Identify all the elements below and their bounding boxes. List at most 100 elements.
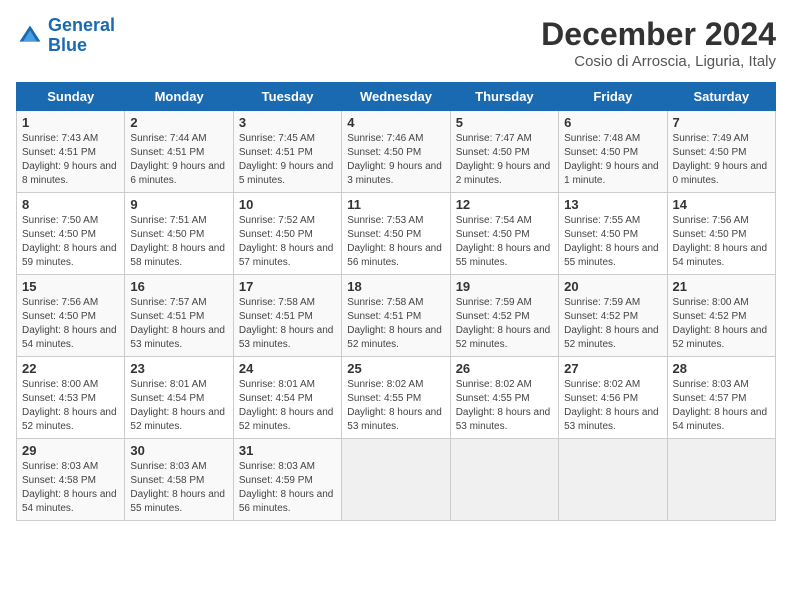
calendar-cell: 27 Sunrise: 8:02 AMSunset: 4:56 PMDaylig… [559, 357, 667, 439]
calendar-title: December 2024 [541, 16, 776, 53]
day-number: 30 [130, 443, 227, 458]
day-number: 11 [347, 197, 444, 212]
day-number: 24 [239, 361, 336, 376]
day-info: Sunrise: 7:58 AMSunset: 4:51 PMDaylight:… [239, 297, 334, 350]
day-info: Sunrise: 7:55 AMSunset: 4:50 PMDaylight:… [564, 215, 659, 268]
calendar-cell [559, 439, 667, 521]
calendar-cell: 20 Sunrise: 7:59 AMSunset: 4:52 PMDaylig… [559, 275, 667, 357]
col-thursday: Thursday [450, 83, 558, 111]
day-info: Sunrise: 8:02 AMSunset: 4:55 PMDaylight:… [456, 379, 551, 432]
day-info: Sunrise: 8:00 AMSunset: 4:52 PMDaylight:… [673, 297, 768, 350]
day-number: 2 [130, 115, 227, 130]
calendar-cell: 17 Sunrise: 7:58 AMSunset: 4:51 PMDaylig… [233, 275, 341, 357]
calendar-cell: 5 Sunrise: 7:47 AMSunset: 4:50 PMDayligh… [450, 111, 558, 193]
calendar-cell: 10 Sunrise: 7:52 AMSunset: 4:50 PMDaylig… [233, 193, 341, 275]
day-number: 4 [347, 115, 444, 130]
day-info: Sunrise: 8:03 AMSunset: 4:58 PMDaylight:… [22, 461, 117, 514]
calendar-body: 1 Sunrise: 7:43 AMSunset: 4:51 PMDayligh… [17, 111, 776, 521]
day-info: Sunrise: 8:01 AMSunset: 4:54 PMDaylight:… [239, 379, 334, 432]
logo: General Blue [16, 16, 115, 56]
day-info: Sunrise: 7:47 AMSunset: 4:50 PMDaylight:… [456, 133, 551, 186]
day-info: Sunrise: 8:03 AMSunset: 4:59 PMDaylight:… [239, 461, 334, 514]
day-number: 20 [564, 279, 661, 294]
day-number: 31 [239, 443, 336, 458]
calendar-cell: 22 Sunrise: 8:00 AMSunset: 4:53 PMDaylig… [17, 357, 125, 439]
day-info: Sunrise: 7:56 AMSunset: 4:50 PMDaylight:… [22, 297, 117, 350]
day-number: 28 [673, 361, 770, 376]
calendar-cell: 30 Sunrise: 8:03 AMSunset: 4:58 PMDaylig… [125, 439, 233, 521]
calendar-cell: 9 Sunrise: 7:51 AMSunset: 4:50 PMDayligh… [125, 193, 233, 275]
col-sunday: Sunday [17, 83, 125, 111]
calendar-table: Sunday Monday Tuesday Wednesday Thursday… [16, 82, 776, 521]
day-info: Sunrise: 8:00 AMSunset: 4:53 PMDaylight:… [22, 379, 117, 432]
day-info: Sunrise: 7:49 AMSunset: 4:50 PMDaylight:… [673, 133, 768, 186]
day-info: Sunrise: 7:44 AMSunset: 4:51 PMDaylight:… [130, 133, 225, 186]
col-friday: Friday [559, 83, 667, 111]
day-info: Sunrise: 8:01 AMSunset: 4:54 PMDaylight:… [130, 379, 225, 432]
day-info: Sunrise: 7:45 AMSunset: 4:51 PMDaylight:… [239, 133, 334, 186]
col-tuesday: Tuesday [233, 83, 341, 111]
calendar-cell: 26 Sunrise: 8:02 AMSunset: 4:55 PMDaylig… [450, 357, 558, 439]
day-info: Sunrise: 7:48 AMSunset: 4:50 PMDaylight:… [564, 133, 659, 186]
day-info: Sunrise: 7:58 AMSunset: 4:51 PMDaylight:… [347, 297, 442, 350]
calendar-cell: 1 Sunrise: 7:43 AMSunset: 4:51 PMDayligh… [17, 111, 125, 193]
day-number: 22 [22, 361, 119, 376]
week-row-2: 8 Sunrise: 7:50 AMSunset: 4:50 PMDayligh… [17, 193, 776, 275]
week-row-1: 1 Sunrise: 7:43 AMSunset: 4:51 PMDayligh… [17, 111, 776, 193]
day-number: 5 [456, 115, 553, 130]
day-info: Sunrise: 7:59 AMSunset: 4:52 PMDaylight:… [456, 297, 551, 350]
calendar-cell: 25 Sunrise: 8:02 AMSunset: 4:55 PMDaylig… [342, 357, 450, 439]
col-wednesday: Wednesday [342, 83, 450, 111]
day-number: 15 [22, 279, 119, 294]
header: General Blue December 2024 Cosio di Arro… [16, 16, 776, 70]
calendar-cell: 21 Sunrise: 8:00 AMSunset: 4:52 PMDaylig… [667, 275, 775, 357]
day-number: 27 [564, 361, 661, 376]
calendar-subtitle: Cosio di Arroscia, Liguria, Italy [541, 53, 776, 70]
day-number: 13 [564, 197, 661, 212]
day-number: 16 [130, 279, 227, 294]
logo-icon [16, 22, 44, 50]
day-number: 17 [239, 279, 336, 294]
calendar-cell: 6 Sunrise: 7:48 AMSunset: 4:50 PMDayligh… [559, 111, 667, 193]
calendar-header: Sunday Monday Tuesday Wednesday Thursday… [17, 83, 776, 111]
day-number: 1 [22, 115, 119, 130]
day-info: Sunrise: 8:03 AMSunset: 4:57 PMDaylight:… [673, 379, 768, 432]
day-number: 8 [22, 197, 119, 212]
calendar-cell: 16 Sunrise: 7:57 AMSunset: 4:51 PMDaylig… [125, 275, 233, 357]
day-number: 26 [456, 361, 553, 376]
day-number: 18 [347, 279, 444, 294]
day-info: Sunrise: 7:51 AMSunset: 4:50 PMDaylight:… [130, 215, 225, 268]
day-number: 9 [130, 197, 227, 212]
day-info: Sunrise: 8:03 AMSunset: 4:58 PMDaylight:… [130, 461, 225, 514]
calendar-cell: 24 Sunrise: 8:01 AMSunset: 4:54 PMDaylig… [233, 357, 341, 439]
week-row-5: 29 Sunrise: 8:03 AMSunset: 4:58 PMDaylig… [17, 439, 776, 521]
calendar-cell: 14 Sunrise: 7:56 AMSunset: 4:50 PMDaylig… [667, 193, 775, 275]
day-info: Sunrise: 7:56 AMSunset: 4:50 PMDaylight:… [673, 215, 768, 268]
calendar-cell [342, 439, 450, 521]
day-number: 7 [673, 115, 770, 130]
day-info: Sunrise: 8:02 AMSunset: 4:55 PMDaylight:… [347, 379, 442, 432]
calendar-cell: 13 Sunrise: 7:55 AMSunset: 4:50 PMDaylig… [559, 193, 667, 275]
calendar-cell: 19 Sunrise: 7:59 AMSunset: 4:52 PMDaylig… [450, 275, 558, 357]
calendar-cell: 2 Sunrise: 7:44 AMSunset: 4:51 PMDayligh… [125, 111, 233, 193]
logo-line1: General [48, 15, 115, 35]
calendar-cell: 4 Sunrise: 7:46 AMSunset: 4:50 PMDayligh… [342, 111, 450, 193]
calendar-cell: 7 Sunrise: 7:49 AMSunset: 4:50 PMDayligh… [667, 111, 775, 193]
day-info: Sunrise: 7:57 AMSunset: 4:51 PMDaylight:… [130, 297, 225, 350]
col-saturday: Saturday [667, 83, 775, 111]
calendar-cell: 11 Sunrise: 7:53 AMSunset: 4:50 PMDaylig… [342, 193, 450, 275]
day-number: 6 [564, 115, 661, 130]
calendar-cell: 18 Sunrise: 7:58 AMSunset: 4:51 PMDaylig… [342, 275, 450, 357]
title-area: December 2024 Cosio di Arroscia, Liguria… [541, 16, 776, 70]
day-info: Sunrise: 8:02 AMSunset: 4:56 PMDaylight:… [564, 379, 659, 432]
calendar-cell [450, 439, 558, 521]
day-info: Sunrise: 7:53 AMSunset: 4:50 PMDaylight:… [347, 215, 442, 268]
day-info: Sunrise: 7:54 AMSunset: 4:50 PMDaylight:… [456, 215, 551, 268]
calendar-cell: 31 Sunrise: 8:03 AMSunset: 4:59 PMDaylig… [233, 439, 341, 521]
day-info: Sunrise: 7:59 AMSunset: 4:52 PMDaylight:… [564, 297, 659, 350]
logo-line2: Blue [48, 35, 87, 55]
col-monday: Monday [125, 83, 233, 111]
day-number: 12 [456, 197, 553, 212]
day-number: 10 [239, 197, 336, 212]
day-info: Sunrise: 7:46 AMSunset: 4:50 PMDaylight:… [347, 133, 442, 186]
